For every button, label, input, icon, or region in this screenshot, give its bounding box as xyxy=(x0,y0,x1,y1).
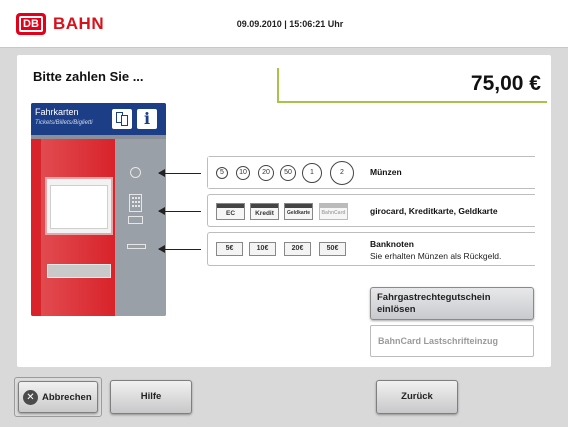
credit-card-icon: Kredit xyxy=(250,203,279,220)
page-title: Bitte zahlen Sie ... xyxy=(33,69,144,84)
machine-screen xyxy=(50,185,108,229)
banknotes-change-note: Sie erhalten Münzen als Rückgeld. xyxy=(370,251,502,261)
banknote-10: 10€ xyxy=(249,242,276,256)
back-button[interactable]: Zurück xyxy=(376,380,458,414)
arrow-left-icon xyxy=(158,207,201,215)
ticket-machine-illustration: Fahrkarten Tickets/Billets/Biglietti i xyxy=(31,103,166,316)
banknote-5: 5€ xyxy=(216,242,243,256)
cancel-button[interactable]: ✕ Abbrechen xyxy=(18,381,98,413)
coin-5: 5 xyxy=(216,167,228,179)
machine-title: Fahrkarten xyxy=(35,107,79,117)
machine-subtitle: Tickets/Billets/Biglietti xyxy=(35,120,93,126)
brand-name: BAHN xyxy=(53,14,105,33)
bahncard-icon: BahnCard xyxy=(319,203,348,220)
coin-1-euro: 1 xyxy=(302,163,322,183)
voucher-redeem-button[interactable]: Fahrgastrechtegutschein einlösen xyxy=(370,287,534,320)
banknote-20: 20€ xyxy=(284,242,311,256)
cards-label: girocard, Kreditkarte, Geldkarte xyxy=(370,206,498,216)
banknotes-label: Banknoten xyxy=(370,239,414,249)
info-icon: i xyxy=(137,109,157,129)
card-slot-icon xyxy=(128,216,143,224)
amount-box: 75,00 € xyxy=(277,68,547,103)
machine-header: Fahrkarten Tickets/Billets/Biglietti i xyxy=(31,103,166,135)
geldkarte-icon: Geldkarte xyxy=(284,203,313,220)
tickets-icon xyxy=(112,109,132,129)
cancel-button-label: Abbrechen xyxy=(42,392,92,403)
coins-label: Münzen xyxy=(370,167,402,177)
payment-panel: Bitte zahlen Sie ... 75,00 € Fahrkarten … xyxy=(17,55,551,367)
keypad-icon xyxy=(129,194,142,212)
coin-50: 50 xyxy=(280,165,296,181)
bahncard-direct-debit-button[interactable]: BahnCard Lastschrifteinzug xyxy=(370,325,534,357)
arrow-left-icon xyxy=(158,169,201,177)
credit-card-label: Kredit xyxy=(255,210,274,217)
ec-card-label: EC xyxy=(225,210,236,217)
machine-side-panel xyxy=(115,139,166,316)
coin-20: 20 xyxy=(258,165,274,181)
coin-2-euro: 2 xyxy=(330,161,354,185)
app-frame: DB BAHN 09.09.2010 | 15:06:21 Uhr Bitte … xyxy=(0,0,568,427)
banknote-slot-icon xyxy=(127,244,146,249)
coin-10: 10 xyxy=(236,166,250,180)
ticket-output-slot xyxy=(47,264,111,278)
ec-card-icon: EC xyxy=(216,203,245,220)
arrow-left-icon xyxy=(158,245,201,253)
amount-due: 75,00 € xyxy=(470,72,541,95)
db-logo: DB xyxy=(16,13,46,35)
close-icon: ✕ xyxy=(23,390,38,405)
db-logo-text: DB xyxy=(19,16,43,32)
help-button[interactable]: Hilfe xyxy=(110,380,192,414)
cancel-button-frame: ✕ Abbrechen xyxy=(14,377,102,417)
geldkarte-label: Geldkarte xyxy=(286,210,311,216)
datetime: 09.09.2010 | 15:06:21 Uhr xyxy=(236,19,344,29)
bahncard-card-label: BahnCard xyxy=(321,210,346,216)
banknote-50: 50€ xyxy=(319,242,346,256)
header-bar: DB BAHN 09.09.2010 | 15:06:21 Uhr xyxy=(0,0,568,48)
coin-slot-icon xyxy=(130,167,141,178)
